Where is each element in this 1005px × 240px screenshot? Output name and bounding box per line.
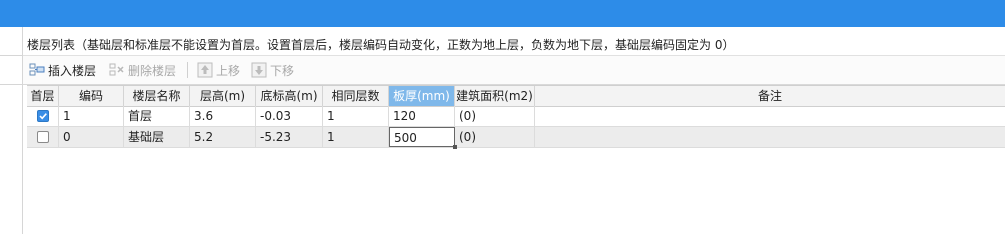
same-floor-count-cell[interactable]: 1 (323, 106, 389, 126)
first-floor-checkbox-cell[interactable] (27, 106, 59, 126)
floor-height-cell[interactable]: 5.2 (190, 127, 256, 147)
first-floor-checkbox-cell[interactable] (27, 127, 59, 147)
slab-thickness-cell-focused[interactable]: 500 (389, 127, 455, 147)
first-floor-checkbox[interactable] (36, 110, 49, 122)
floor-height-cell[interactable]: 3.6 (190, 106, 256, 126)
col-bottom-elevation[interactable]: 底标高(m) (256, 86, 323, 106)
code-cell[interactable]: 0 (59, 127, 124, 147)
table-header: 首层 编码 楼层名称 层高(m) 底标高(m) 相同层数 板厚(mm) 建筑面积… (27, 85, 1005, 107)
first-floor-checkbox[interactable] (36, 131, 49, 143)
same-floor-count-cell[interactable]: 1 (323, 127, 389, 147)
toolbar: 插入楼层 删除楼层 上移 下移 (23, 56, 1005, 85)
insert-floor-icon (29, 62, 45, 78)
remark-cell[interactable] (535, 106, 1005, 126)
toolbar-separator (187, 62, 188, 78)
move-down-icon (251, 62, 267, 78)
code-cell[interactable]: 1 (59, 106, 124, 126)
bottom-elevation-cell[interactable]: -0.03 (256, 106, 323, 126)
col-code[interactable]: 编码 (59, 86, 124, 106)
insert-floor-label: 插入楼层 (48, 63, 97, 78)
table-row[interactable]: 1 首层 3.6 -0.03 1 120 (0) (27, 106, 1005, 127)
building-area-cell[interactable]: (0) (455, 106, 535, 126)
col-remark[interactable]: 备注 (535, 86, 1005, 106)
delete-floor-icon (109, 62, 125, 78)
bottom-elevation-cell[interactable]: -5.23 (256, 127, 323, 147)
left-pane-divider (0, 84, 22, 85)
col-same-floor-count[interactable]: 相同层数 (323, 86, 389, 106)
delete-floor-label: 删除楼层 (128, 63, 177, 78)
col-floor-height[interactable]: 层高(m) (190, 86, 256, 106)
title-bar (0, 0, 1005, 27)
panel-caption: 楼层列表（基础层和标准层不能设置为首层。设置首层后，楼层编码自动变化，正数为地上… (27, 38, 735, 52)
move-up-icon (197, 62, 213, 78)
col-slab-thickness[interactable]: 板厚(mm) (389, 86, 455, 106)
delete-floor-button[interactable]: 删除楼层 (109, 60, 176, 80)
move-up-button[interactable]: 上移 (197, 60, 240, 80)
col-building-area[interactable]: 建筑面积(m2) (455, 86, 535, 106)
slab-thickness-cell[interactable]: 120 (389, 106, 455, 126)
checkmark-icon (38, 113, 47, 120)
floor-name-cell[interactable]: 首层 (124, 106, 190, 126)
table-row[interactable]: 0 基础层 5.2 -5.23 1 500 (0) (27, 127, 1005, 149)
move-up-label: 上移 (216, 63, 241, 78)
left-pane (0, 27, 23, 234)
move-down-label: 下移 (270, 63, 295, 78)
left-pane-divider (0, 55, 22, 56)
col-floor-name[interactable]: 楼层名称 (124, 86, 190, 106)
floor-list-panel: 楼层列表（基础层和标准层不能设置为首层。设置首层后，楼层编码自动变化，正数为地上… (23, 27, 1005, 234)
insert-floor-button[interactable]: 插入楼层 (29, 60, 96, 80)
move-down-button[interactable]: 下移 (251, 60, 294, 80)
building-area-cell[interactable]: (0) (455, 127, 535, 147)
remark-cell[interactable] (535, 127, 1005, 147)
floor-name-cell[interactable]: 基础层 (124, 127, 190, 147)
col-first-floor[interactable]: 首层 (27, 86, 59, 106)
